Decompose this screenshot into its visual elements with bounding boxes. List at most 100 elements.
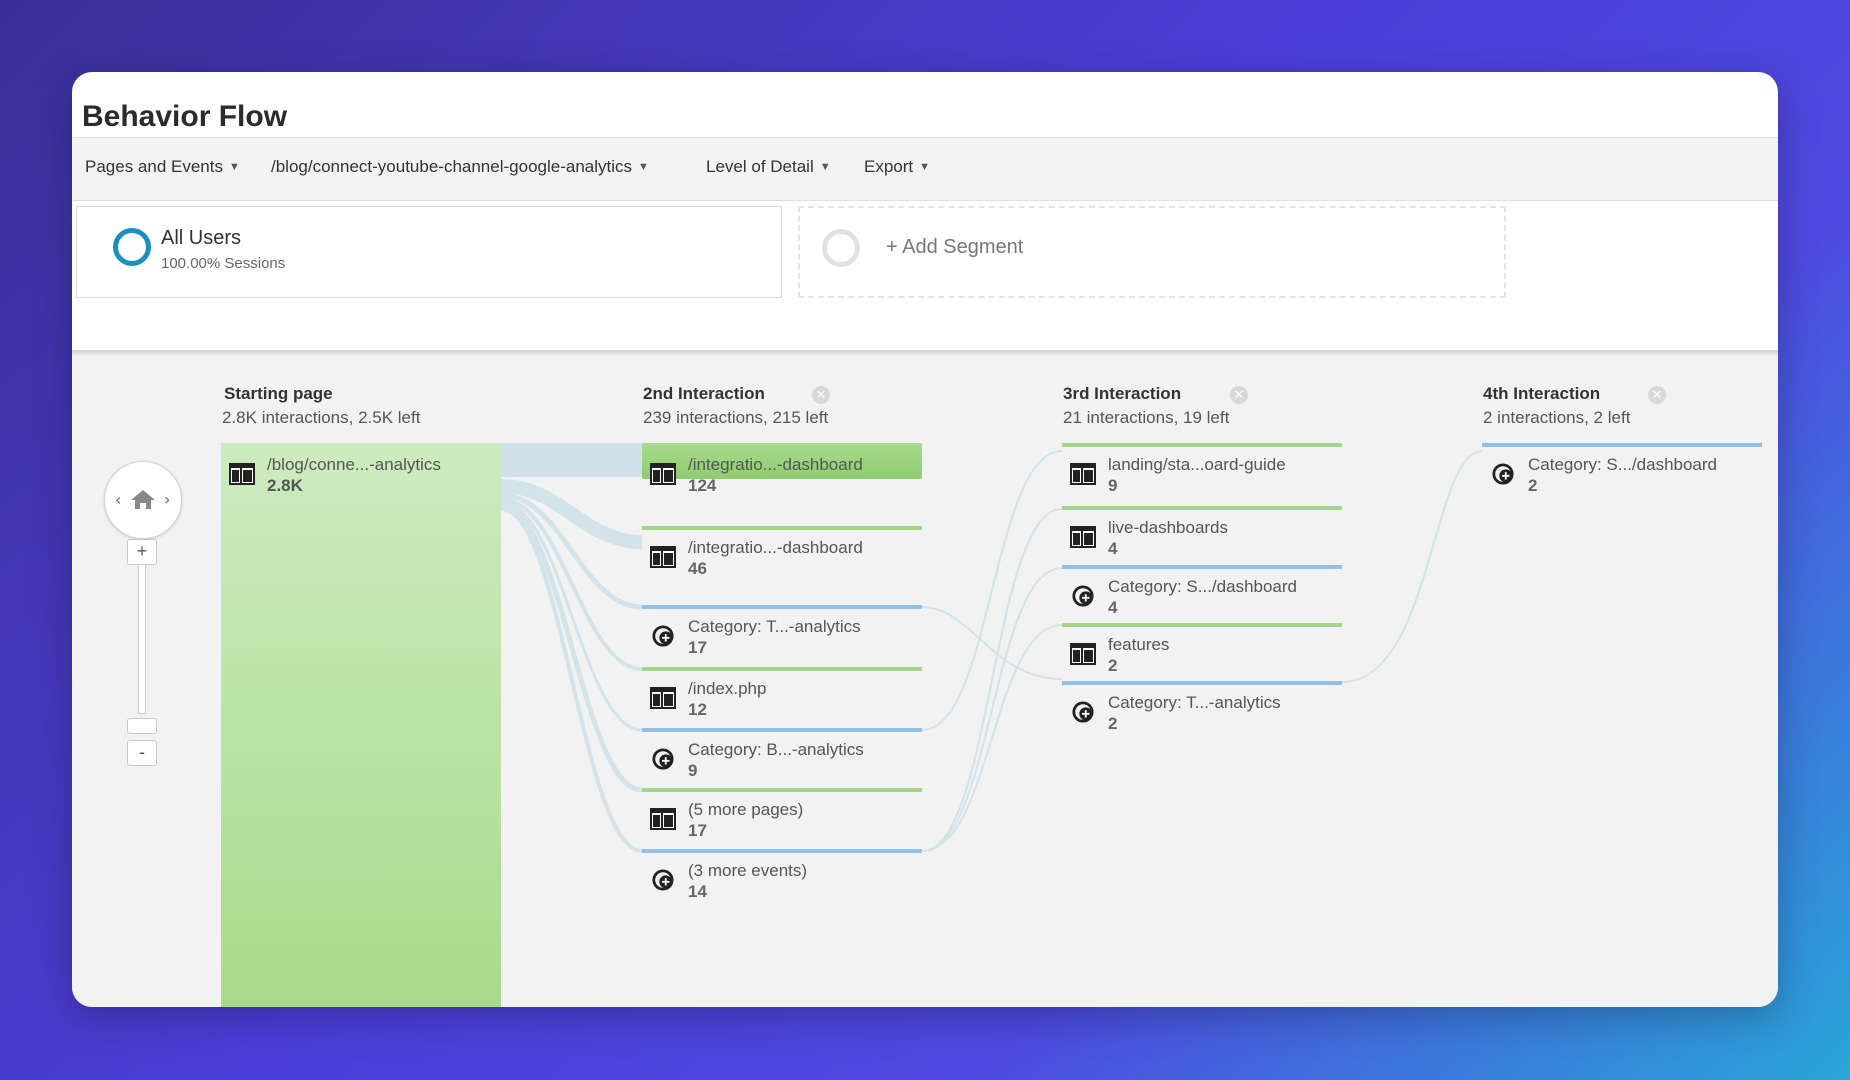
node-label: live-dashboards: [1108, 518, 1229, 537]
col2-node-6[interactable]: (3 more events) 14: [642, 849, 922, 909]
page-icon: [650, 808, 676, 830]
flow-area: Starting page 2.8K interactions, 2.5K le…: [72, 350, 1778, 1007]
col3-node-3[interactable]: features 2: [1062, 623, 1342, 683]
segment-detail: 100.00% Sessions: [161, 255, 286, 272]
close-column-icon[interactable]: ✕: [1230, 386, 1248, 404]
node-bar: [1482, 443, 1762, 447]
node-count: 17: [688, 638, 707, 657]
toolbar: Pages and Events ▼ /blog/connect-youtube-…: [72, 137, 1778, 201]
link-c2-c3-1: [921, 450, 1063, 731]
node-bar: [1062, 623, 1342, 627]
page-icon: [1070, 526, 1096, 548]
node-bar: [1062, 681, 1342, 685]
export-label: Export: [864, 157, 914, 176]
col2-node-3[interactable]: /index.php 12: [642, 667, 922, 727]
segment-all-users[interactable]: All Users 100.00% Sessions: [76, 206, 782, 298]
export-dropdown[interactable]: Export ▼: [864, 157, 930, 177]
node-count: 4: [1108, 598, 1118, 617]
page-icon: [1070, 463, 1096, 485]
page-icon: [1070, 643, 1096, 665]
column-title-2nd: 2nd Interaction: [643, 384, 765, 403]
node-label: /integratio...-dashboard: [688, 455, 863, 474]
node-label: /integratio...-dashboard: [688, 538, 863, 557]
col4-node-0[interactable]: Category: S.../dashboard 2: [1482, 443, 1762, 503]
node-count: 46: [688, 559, 707, 578]
col3-node-4[interactable]: Category: T...-analytics 2: [1062, 681, 1342, 741]
zoom-slider-track[interactable]: [138, 564, 146, 714]
node-label: (3 more events): [688, 861, 808, 880]
node-label: Category: S.../dashboard: [1528, 455, 1718, 474]
node-label: features: [1108, 635, 1170, 654]
column-title-3rd: 3rd Interaction: [1063, 384, 1182, 403]
page-icon: [650, 687, 676, 709]
svg-text:‹: ‹: [115, 490, 121, 509]
svg-text:›: ›: [164, 490, 170, 509]
behavior-flow-card: Behavior Flow Pages and Events ▼ /blog/co…: [72, 72, 1778, 1007]
col3-node-2[interactable]: Category: S.../dashboard 4: [1062, 565, 1342, 625]
pan-home-icon: ‹ ›: [115, 490, 170, 509]
col2-node-0[interactable]: /integratio...-dashboard 124: [642, 443, 922, 503]
node-label: /index.php: [688, 679, 767, 698]
node-label: Category: B...-analytics: [688, 740, 864, 759]
node-label: landing/sta...oard-guide: [1108, 455, 1286, 474]
node-count: 2: [1528, 476, 1538, 495]
event-icon: [652, 625, 674, 647]
zoom-out-button[interactable]: -: [127, 740, 157, 766]
node-count: 9: [1108, 476, 1118, 495]
node-count: 14: [688, 882, 707, 901]
node-count: 2.8K: [267, 476, 303, 495]
pages-events-label: Pages and Events: [85, 157, 223, 176]
node-bar: [642, 788, 922, 792]
caret-down-icon: ▼: [228, 161, 240, 173]
node-count: 2: [1108, 656, 1118, 675]
event-icon: [1072, 701, 1094, 723]
column-sub-starting-page: 2.8K interactions, 2.5K left: [222, 408, 421, 427]
col3-node-0[interactable]: landing/sta...oard-guide 9: [1062, 443, 1342, 503]
node-label: Category: T...-analytics: [688, 617, 861, 636]
zoom-in-button[interactable]: +: [127, 539, 157, 565]
link-c2-c3-2: [921, 508, 1063, 852]
node-label: Category: S.../dashboard: [1108, 577, 1298, 596]
empty-ring-icon: [822, 229, 860, 267]
page-icon: [650, 546, 676, 568]
add-segment-button[interactable]: + Add Segment: [798, 206, 1506, 298]
col2-node-5[interactable]: (5 more pages) 17: [642, 788, 922, 848]
starting-page-node[interactable]: /blog/conne...-analytics 2.8K: [221, 443, 501, 1007]
col2-node-1[interactable]: /integratio...-dashboard 46: [642, 526, 922, 586]
close-column-icon[interactable]: ✕: [812, 386, 830, 404]
page-icon: [229, 463, 255, 485]
node-bar: [642, 667, 922, 671]
pan-control[interactable]: ‹ ›: [104, 461, 182, 539]
path-label: /blog/connect-youtube-channel-google-ana…: [271, 157, 633, 176]
node-bar: [642, 728, 922, 732]
link-c2-c3-4: [921, 624, 1063, 852]
node-count: 9: [688, 761, 698, 780]
close-column-icon[interactable]: ✕: [1648, 386, 1666, 404]
col2-node-4[interactable]: Category: B...-analytics 9: [642, 728, 922, 788]
page-title: Behavior Flow: [82, 100, 288, 133]
node-count: 4: [1108, 539, 1118, 558]
link-c2-c3-0: [921, 606, 1063, 680]
path-dropdown[interactable]: /blog/connect-youtube-channel-google-ana…: [271, 157, 649, 177]
event-icon: [652, 869, 674, 891]
column-sub-2nd: 239 interactions, 215 left: [643, 408, 829, 427]
zoom-slider-handle[interactable]: [127, 718, 157, 734]
node-count: 124: [688, 476, 717, 495]
node-label: /blog/conne...-analytics: [267, 455, 441, 474]
caret-down-icon: ▼: [638, 161, 649, 173]
column-sub-3rd: 21 interactions, 19 left: [1063, 408, 1230, 427]
level-of-detail-dropdown[interactable]: Level of Detail ▼: [706, 157, 831, 177]
node-bar: [1062, 565, 1342, 569]
node-count: 2: [1108, 714, 1118, 733]
event-icon: [1072, 585, 1094, 607]
pages-events-dropdown[interactable]: Pages and Events ▼: [85, 157, 240, 177]
column-sub-4th: 2 interactions, 2 left: [1483, 408, 1631, 427]
caret-down-icon: ▼: [919, 161, 931, 173]
node-count: 17: [688, 821, 707, 840]
column-title-4th: 4th Interaction: [1483, 384, 1601, 403]
event-icon: [1492, 463, 1514, 485]
col2-node-2[interactable]: Category: T...-analytics 17: [642, 605, 922, 665]
segment-name: All Users: [161, 227, 242, 249]
segment-ring-icon: [113, 228, 151, 266]
col3-node-1[interactable]: live-dashboards 4: [1062, 506, 1342, 566]
